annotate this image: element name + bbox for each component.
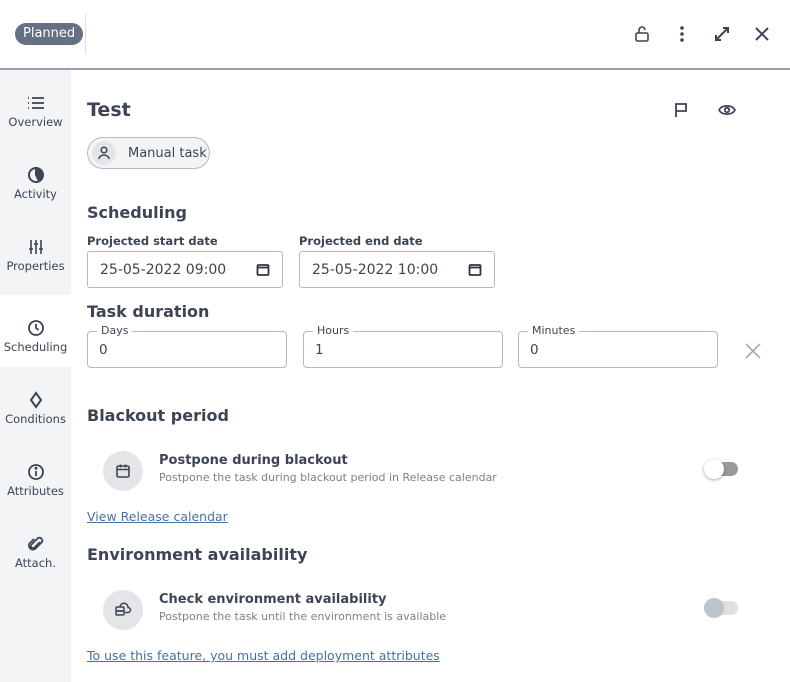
deployment-attributes-link[interactable]: To use this feature, you must add deploy… xyxy=(87,648,440,663)
check-environment-toggle[interactable] xyxy=(704,598,742,618)
info-icon xyxy=(27,463,45,481)
sidebar-item-activity[interactable]: Activity xyxy=(0,142,71,214)
clock-icon xyxy=(27,319,45,337)
sidebar-item-attributes[interactable]: Attributes xyxy=(0,439,71,511)
end-date-input[interactable]: 25-05-2022 10:00 xyxy=(299,251,495,288)
postpone-blackout-toggle[interactable] xyxy=(704,459,742,479)
blackout-option: Postpone during blackout Postpone the ta… xyxy=(103,451,753,491)
minutes-input[interactable]: Minutes 0 xyxy=(518,324,718,368)
task-type-chip[interactable]: Manual task xyxy=(87,137,210,169)
blackout-option-title: Postpone during blackout xyxy=(159,453,348,468)
sidebar-item-label: Attach. xyxy=(15,556,56,570)
watch-eye-icon[interactable] xyxy=(716,99,738,121)
sliders-icon xyxy=(27,238,45,256)
end-date-label: Projected end date xyxy=(299,234,423,248)
blackout-option-subtitle: Postpone the task during blackout period… xyxy=(159,471,497,484)
activity-icon xyxy=(27,166,45,184)
clear-duration-icon[interactable] xyxy=(744,342,762,360)
header-divider xyxy=(85,14,86,54)
days-value: 0 xyxy=(99,342,108,358)
hours-value: 1 xyxy=(315,342,324,358)
blackout-section-title: Blackout period xyxy=(87,406,229,425)
user-icon xyxy=(92,141,116,165)
task-type-label: Manual task xyxy=(128,145,207,161)
server-cloud-icon xyxy=(103,590,143,630)
hours-label: Hours xyxy=(313,324,354,337)
close-icon[interactable] xyxy=(750,22,774,46)
sidebar-item-attachments[interactable]: Attach. xyxy=(0,511,71,583)
minutes-label: Minutes xyxy=(528,324,580,337)
environment-section-title: Environment availability xyxy=(87,545,308,564)
sidebar-item-label: Activity xyxy=(13,187,57,201)
sidebar-item-label: Conditions xyxy=(5,412,66,426)
sidebar-nav: Overview Activity Properties Scheduling … xyxy=(0,70,71,682)
days-label: Days xyxy=(97,324,133,337)
scheduling-section-title: Scheduling xyxy=(87,203,187,222)
lock-open-icon[interactable] xyxy=(630,22,654,46)
calendar-icon xyxy=(103,451,143,491)
calendar-picker-icon[interactable] xyxy=(468,263,482,277)
end-date-value: 25-05-2022 10:00 xyxy=(312,261,439,278)
calendar-picker-icon[interactable] xyxy=(256,263,270,277)
environment-option-title: Check environment availability xyxy=(159,592,387,607)
hours-input[interactable]: Hours 1 xyxy=(303,324,503,368)
sidebar-item-label: Scheduling xyxy=(3,340,68,354)
start-date-label: Projected start date xyxy=(87,234,218,248)
sidebar-item-label: Properties xyxy=(6,259,65,273)
task-header: Planned xyxy=(0,0,790,68)
sidebar-item-label: Overview xyxy=(8,115,63,129)
sidebar-item-properties[interactable]: Properties xyxy=(0,214,71,286)
expand-icon[interactable] xyxy=(710,22,734,46)
flag-icon[interactable] xyxy=(670,99,692,121)
duration-section-title: Task duration xyxy=(87,302,210,321)
status-badge: Planned xyxy=(15,23,84,45)
paperclip-icon xyxy=(27,535,45,553)
environment-option: Check environment availability Postpone … xyxy=(103,590,753,630)
sidebar-item-label: Attributes xyxy=(7,484,64,498)
start-date-input[interactable]: 25-05-2022 09:00 xyxy=(87,251,283,288)
sidebar-item-overview[interactable]: Overview xyxy=(0,70,71,142)
toggle-thumb xyxy=(704,598,724,618)
diamond-icon xyxy=(27,391,45,409)
days-input[interactable]: Days 0 xyxy=(87,324,287,368)
minutes-value: 0 xyxy=(530,342,539,358)
list-icon xyxy=(27,94,45,112)
more-vertical-icon[interactable] xyxy=(670,22,694,46)
task-title[interactable]: Test xyxy=(87,99,131,121)
scheduling-panel: Test Manual task Scheduling Projected st… xyxy=(87,70,790,682)
start-date-value: 25-05-2022 09:00 xyxy=(100,261,227,278)
sidebar-item-conditions[interactable]: Conditions xyxy=(0,367,71,439)
view-release-calendar-link[interactable]: View Release calendar xyxy=(87,509,228,524)
environment-option-subtitle: Postpone the task until the environment … xyxy=(159,610,447,623)
sidebar-item-scheduling[interactable]: Scheduling xyxy=(0,295,71,367)
toggle-thumb xyxy=(704,459,724,479)
